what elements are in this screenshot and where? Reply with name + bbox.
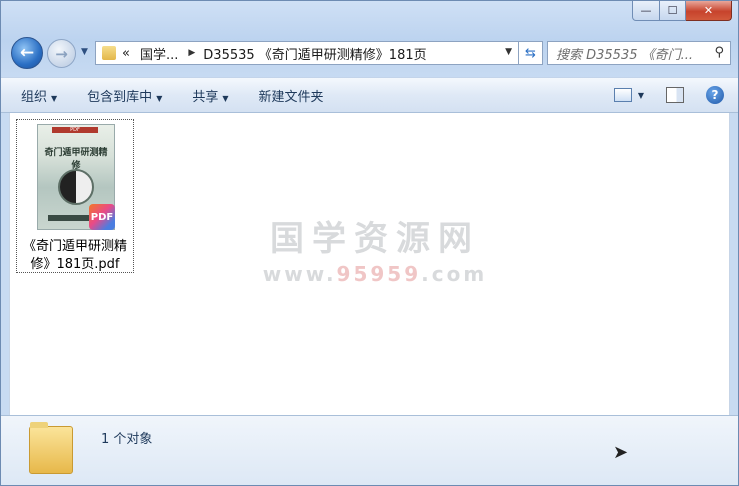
explorer-window: — ☐ ✕ ← → ▼ « 国学... ▶ D35535 《奇门遁甲研测精修》1…	[0, 0, 739, 486]
search-input[interactable]: 搜索 D35535 《奇门... ⚲	[547, 41, 731, 65]
organize-button[interactable]: 组织 ▼	[21, 86, 57, 105]
help-icon[interactable]: ?	[706, 86, 724, 104]
thumb-title: 奇门遁甲研测精修	[44, 148, 108, 171]
thumb-footer-band	[48, 215, 92, 221]
address-segment-guoxue[interactable]: 国学...	[140, 44, 178, 63]
item-count: 1 个对象	[101, 432, 153, 447]
watermark-url-prefix: www.	[262, 262, 337, 286]
forward-arrow-icon: →	[55, 44, 68, 63]
change-view-icon[interactable]	[613, 88, 632, 102]
details-pane: 1 个对象 ➤	[1, 415, 738, 485]
folder-icon	[29, 422, 73, 474]
caption-buttons: — ☐ ✕	[632, 1, 732, 21]
preview-pane-icon[interactable]	[666, 87, 684, 103]
search-icon[interactable]: ⚲	[714, 45, 724, 60]
refresh-icon: ⇆	[525, 45, 536, 61]
address-segment-current[interactable]: D35535 《奇门遁甲研测精修》181页	[203, 44, 426, 63]
include-in-library-button[interactable]: 包含到库中 ▼	[87, 86, 162, 105]
file-list[interactable]: PDF 奇门遁甲研测精修 PDF 《奇门遁甲研测精 修》181页.pdf 国学资…	[9, 113, 730, 415]
chevron-down-icon: ▼	[51, 93, 58, 103]
refresh-button[interactable]: ⇆	[519, 41, 543, 65]
file-name-line1: 《奇门遁甲研测精	[22, 239, 127, 254]
address-overflow[interactable]: «	[122, 46, 130, 61]
chevron-down-icon[interactable]: ▼	[505, 47, 512, 57]
watermark: 国学资源网 www.95959.com	[255, 211, 495, 286]
share-label: 共享	[192, 89, 219, 105]
navigation-bar: ← → ▼ « 国学... ▶ D35535 《奇门遁甲研测精修》181页 ▼ …	[9, 37, 731, 69]
view-controls: ▼ ?	[613, 86, 724, 104]
pdf-icon: PDF	[89, 204, 115, 230]
watermark-title: 国学资源网	[270, 219, 480, 259]
thumb-header-band: PDF	[52, 127, 98, 133]
command-bar: 组织 ▼ 包含到库中 ▼ 共享 ▼ 新建文件夹 ▼ ?	[1, 77, 738, 113]
view-options-dropdown[interactable]: ▼	[638, 91, 644, 100]
new-folder-button[interactable]: 新建文件夹	[259, 86, 324, 105]
chevron-down-icon: ▼	[156, 93, 163, 103]
file-item-pdf[interactable]: PDF 奇门遁甲研测精修 PDF 《奇门遁甲研测精 修》181页.pdf	[16, 119, 134, 273]
chevron-down-icon: ▼	[222, 93, 229, 103]
chevron-right-icon[interactable]: ▶	[188, 48, 195, 58]
taiji-icon	[58, 169, 94, 205]
mouse-pointer-icon: ➤	[613, 442, 629, 463]
back-button[interactable]: ←	[11, 37, 43, 69]
minimize-button[interactable]: —	[632, 1, 660, 21]
recent-pages-dropdown[interactable]: ▼	[81, 47, 88, 57]
share-button[interactable]: 共享 ▼	[192, 86, 228, 105]
organize-label: 组织	[21, 89, 48, 105]
close-button[interactable]: ✕	[686, 1, 732, 21]
search-placeholder: 搜索 D35535 《奇门...	[556, 47, 694, 63]
watermark-url-number: 95959	[336, 262, 422, 286]
watermark-url: www.95959.com	[255, 262, 495, 286]
forward-button[interactable]: →	[47, 39, 76, 68]
file-name-line2: 修》181页.pdf	[30, 257, 120, 272]
address-bar[interactable]: « 国学... ▶ D35535 《奇门遁甲研测精修》181页 ▼	[95, 41, 519, 65]
maximize-button[interactable]: ☐	[660, 1, 686, 21]
file-name: 《奇门遁甲研测精 修》181页.pdf	[17, 238, 133, 274]
include-library-label: 包含到库中	[87, 89, 153, 105]
watermark-url-suffix: .com	[421, 262, 488, 286]
back-arrow-icon: ←	[19, 43, 35, 63]
folder-icon	[102, 46, 116, 60]
